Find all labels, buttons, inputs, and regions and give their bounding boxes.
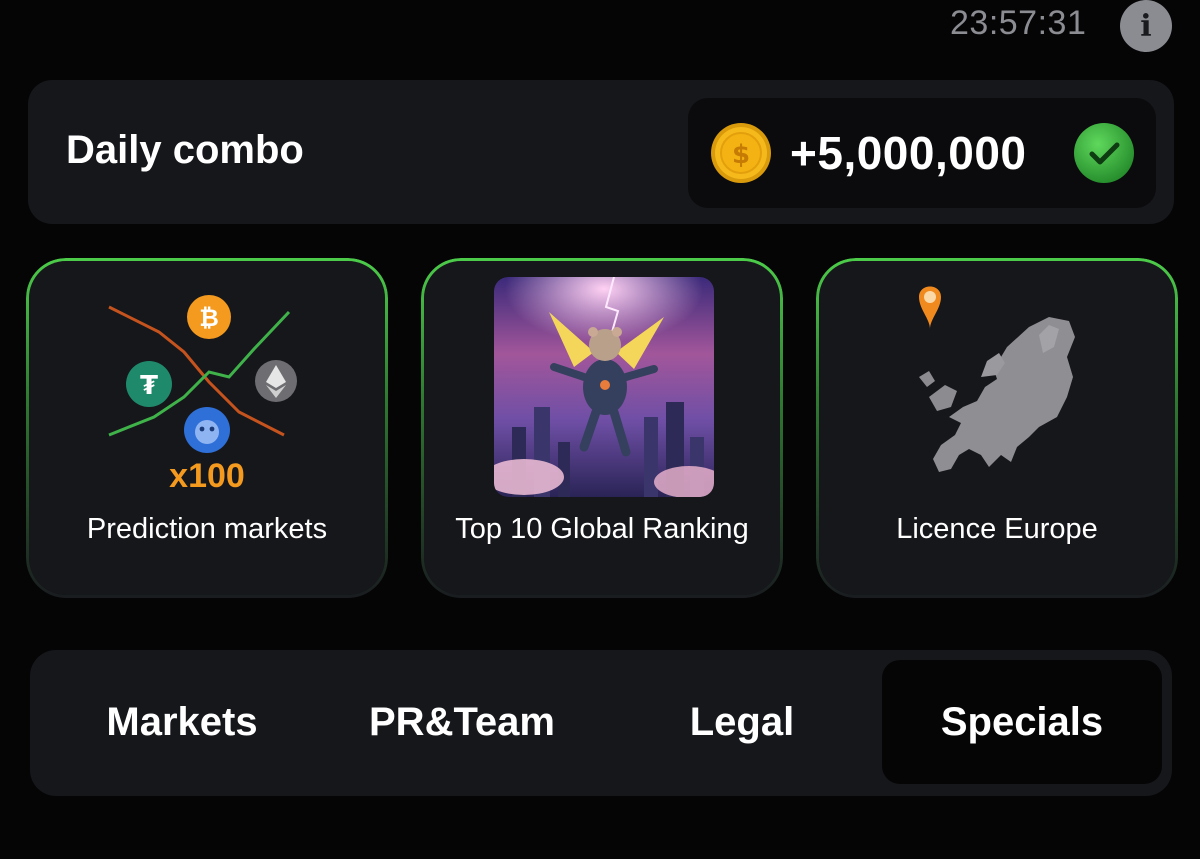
check-icon [1074,123,1134,183]
svg-text:₿: ₿ [199,304,219,332]
daily-combo-reward: $ +5,000,000 [688,98,1156,208]
tab-markets[interactable]: Markets [42,660,322,784]
svg-text:$: $ [732,140,750,170]
card-prediction-markets[interactable]: ₿ ₮ x100 Prediction markets [26,258,388,598]
info-icon[interactable]: i [1120,0,1172,52]
tab-legal[interactable]: Legal [602,660,882,784]
card-label: Prediction markets [86,513,328,545]
card-licence-europe[interactable]: Licence Europe [816,258,1178,598]
crypto-chart-art: ₿ ₮ x100 [108,295,297,495]
page: 23:57:31 i Daily combo $ +5,000,000 ₿ ₮ … [0,0,1200,859]
countdown-timer: 23:57:31 [950,4,1087,42]
tab-bar: Markets PR&Team Legal Specials [30,650,1172,796]
europe-map-art [919,286,1075,472]
daily-combo-bar: Daily combo $ +5,000,000 [28,80,1174,224]
card-label: Top 10 Global Ranking [455,513,749,545]
flying-hamster-city-art [494,277,714,497]
reward-amount: +5,000,000 [790,127,1027,179]
svg-text:₮: ₮ [140,371,158,401]
tab-specials[interactable]: Specials [882,660,1162,784]
multiplier-badge: x100 [169,457,245,495]
daily-combo-title: Daily combo [66,128,304,172]
card-label: Licence Europe [896,513,1098,545]
card-top-10-global-ranking[interactable]: Top 10 Global Ranking [421,258,783,598]
tab-pr-team[interactable]: PR&Team [322,660,602,784]
coin-icon: $ [711,123,771,183]
